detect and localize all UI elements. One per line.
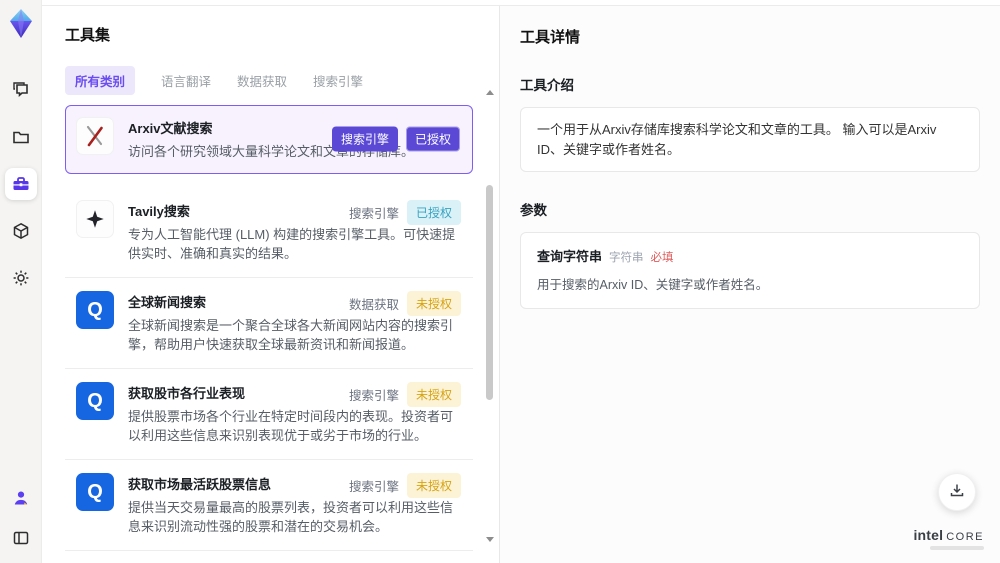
chat-icon <box>11 80 31 100</box>
tool-card-most-active-stocks[interactable]: Q 获取市场最活跃股票信息 提供当天交易量最高的股票列表，投资者可以利用这些信息… <box>65 459 473 551</box>
tool-description: 提供当天交易量最高的股票列表，投资者可以利用这些信息来识别流动性强的股票和潜在的… <box>128 499 454 535</box>
app-logo-icon <box>7 8 35 40</box>
category-label: 搜索引擎 <box>348 479 399 494</box>
param-header: 查询字符串 字符串 必填 <box>537 246 963 265</box>
user-avatar-icon <box>11 488 31 508</box>
sidebar-item-packages[interactable] <box>5 215 37 247</box>
category-label: 数据获取 <box>348 297 399 312</box>
param-required-badge: 必填 <box>650 252 674 264</box>
intro-heading: 工具介绍 <box>520 78 574 93</box>
sidebar-item-chat[interactable] <box>5 74 37 106</box>
tool-description: 专为人工智能代理 (LLM) 构建的搜索引擎工具。可快速提供实时、准确和真实的结… <box>128 226 456 262</box>
tavily-star-icon <box>76 199 114 238</box>
icon-sidebar <box>0 0 42 563</box>
q-glyph: Q <box>87 298 103 321</box>
sidebar-item-settings[interactable] <box>5 262 37 294</box>
param-type: 字符串 <box>609 252 644 264</box>
auth-status-badge: 未授权 <box>406 381 461 407</box>
download-button[interactable] <box>938 473 976 511</box>
tool-badges: 数据获取 未授权 <box>348 290 461 316</box>
panel-collapse-icon <box>12 529 30 547</box>
param-item: 查询字符串 字符串 必填 用于搜索的Arxiv ID、关键字或作者姓名。 <box>520 232 980 309</box>
auth-status-badge: 已授权 <box>406 199 461 225</box>
q-glyph: Q <box>87 480 103 503</box>
category-badge: 搜索引擎 <box>331 126 398 152</box>
cube-icon <box>11 221 31 241</box>
finance-provider-icon: Q <box>76 381 114 420</box>
params-heading: 参数 <box>520 203 547 218</box>
q-glyph: Q <box>87 389 103 412</box>
download-icon <box>949 482 965 503</box>
folder-icon <box>11 127 31 147</box>
auth-status-badge: 未授权 <box>406 472 461 498</box>
sidebar-item-toolbox[interactable] <box>4 168 37 200</box>
tool-badges: 搜索引擎 已授权 <box>348 199 461 225</box>
finance-provider-icon: Q <box>76 472 114 511</box>
gear-icon <box>11 268 31 288</box>
auth-status-badge: 未授权 <box>406 290 461 316</box>
sidebar-item-files[interactable] <box>5 121 37 153</box>
category-tabs: 所有类别 语言翻译 数据获取 搜索引擎 <box>65 66 499 95</box>
collapse-sidebar-button[interactable] <box>8 525 34 551</box>
arxiv-logo-icon <box>76 117 114 155</box>
tab-language-translation[interactable]: 语言翻译 <box>161 71 211 90</box>
tab-all-categories[interactable]: 所有类别 <box>65 66 136 95</box>
tool-description: 全球新闻搜索是一个聚合全球各大新闻网站内容的搜索引擎，帮助用户快速获取全球最新资… <box>128 317 454 353</box>
app-window: 工具集 所有类别 语言翻译 数据获取 搜索引擎 Arxiv文献搜索 访问各个研究… <box>0 0 1000 563</box>
category-label: 搜索引擎 <box>348 206 399 221</box>
tool-card-sector-performance[interactable]: Q 获取股市各行业表现 提供股票市场各个行业在特定时间段内的表现。投资者可以利用… <box>65 368 473 460</box>
intel-core-logo: intel CORE <box>913 528 984 550</box>
tool-card-global-news[interactable]: Q 全球新闻搜索 全球新闻搜索是一个聚合全球各大新闻网站内容的搜索引擎，帮助用户… <box>65 277 473 369</box>
scroll-down-arrow-icon[interactable] <box>485 537 494 542</box>
tool-description: 提供股票市场各个行业在特定时间段内的表现。投资者可以利用这些信息来识别表现优于或… <box>128 408 454 444</box>
scroll-up-arrow-icon[interactable] <box>485 90 494 95</box>
list-scrollbar[interactable] <box>485 90 494 542</box>
toolbox-icon <box>11 174 31 194</box>
param-description: 用于搜索的Arxiv ID、关键字或作者姓名。 <box>537 278 769 292</box>
tool-detail-panel: 工具详情 工具介绍 一个用于从Arxiv存储库搜索科学论文和文章的工具。 输入可… <box>500 6 1000 563</box>
sidebar-bottom <box>8 485 34 551</box>
tool-badges: 搜索引擎 已授权 <box>331 126 460 152</box>
sidebar-nav <box>4 74 37 294</box>
tool-list-panel: 工具集 所有类别 语言翻译 数据获取 搜索引擎 Arxiv文献搜索 访问各个研究… <box>42 6 500 563</box>
tool-card-regional-news[interactable]: 万维地区新闻查询 查询具体行政区划内的新闻，快速了解各地新闻动态 搜索引擎 未授… <box>65 550 473 563</box>
param-name: 查询字符串 <box>537 249 603 264</box>
tool-card-arxiv[interactable]: Arxiv文献搜索 访问各个研究领域大量科学论文和文章的存储库。 搜索引擎 已授… <box>65 105 473 174</box>
tab-data-fetch[interactable]: 数据获取 <box>237 71 287 90</box>
logo-underline <box>930 546 984 550</box>
tab-search-engine[interactable]: 搜索引擎 <box>313 71 363 90</box>
intro-box: 一个用于从Arxiv存储库搜索科学论文和文章的工具。 输入可以是Arxiv ID… <box>520 107 980 172</box>
news-provider-icon: Q <box>76 290 114 329</box>
detail-title: 工具详情 <box>520 29 581 46</box>
user-profile-button[interactable] <box>8 485 34 511</box>
tool-badges: 搜索引擎 未授权 <box>348 472 461 498</box>
auth-status-badge: 已授权 <box>405 126 460 152</box>
tool-badges: 搜索引擎 未授权 <box>348 381 461 407</box>
intel-brand-text: intel <box>913 527 944 543</box>
page-title: 工具集 <box>65 27 111 44</box>
tool-list: Arxiv文献搜索 访问各个研究领域大量科学论文和文章的存储库。 搜索引擎 已授… <box>65 105 499 563</box>
core-brand-text: CORE <box>946 531 984 543</box>
content-area: 工具集 所有类别 语言翻译 数据获取 搜索引擎 Arxiv文献搜索 访问各个研究… <box>42 5 1000 563</box>
tool-card-tavily[interactable]: Tavily搜索 专为人工智能代理 (LLM) 构建的搜索引擎工具。可快速提供实… <box>65 186 473 278</box>
scrollbar-thumb[interactable] <box>486 185 493 400</box>
category-label: 搜索引擎 <box>348 388 399 403</box>
